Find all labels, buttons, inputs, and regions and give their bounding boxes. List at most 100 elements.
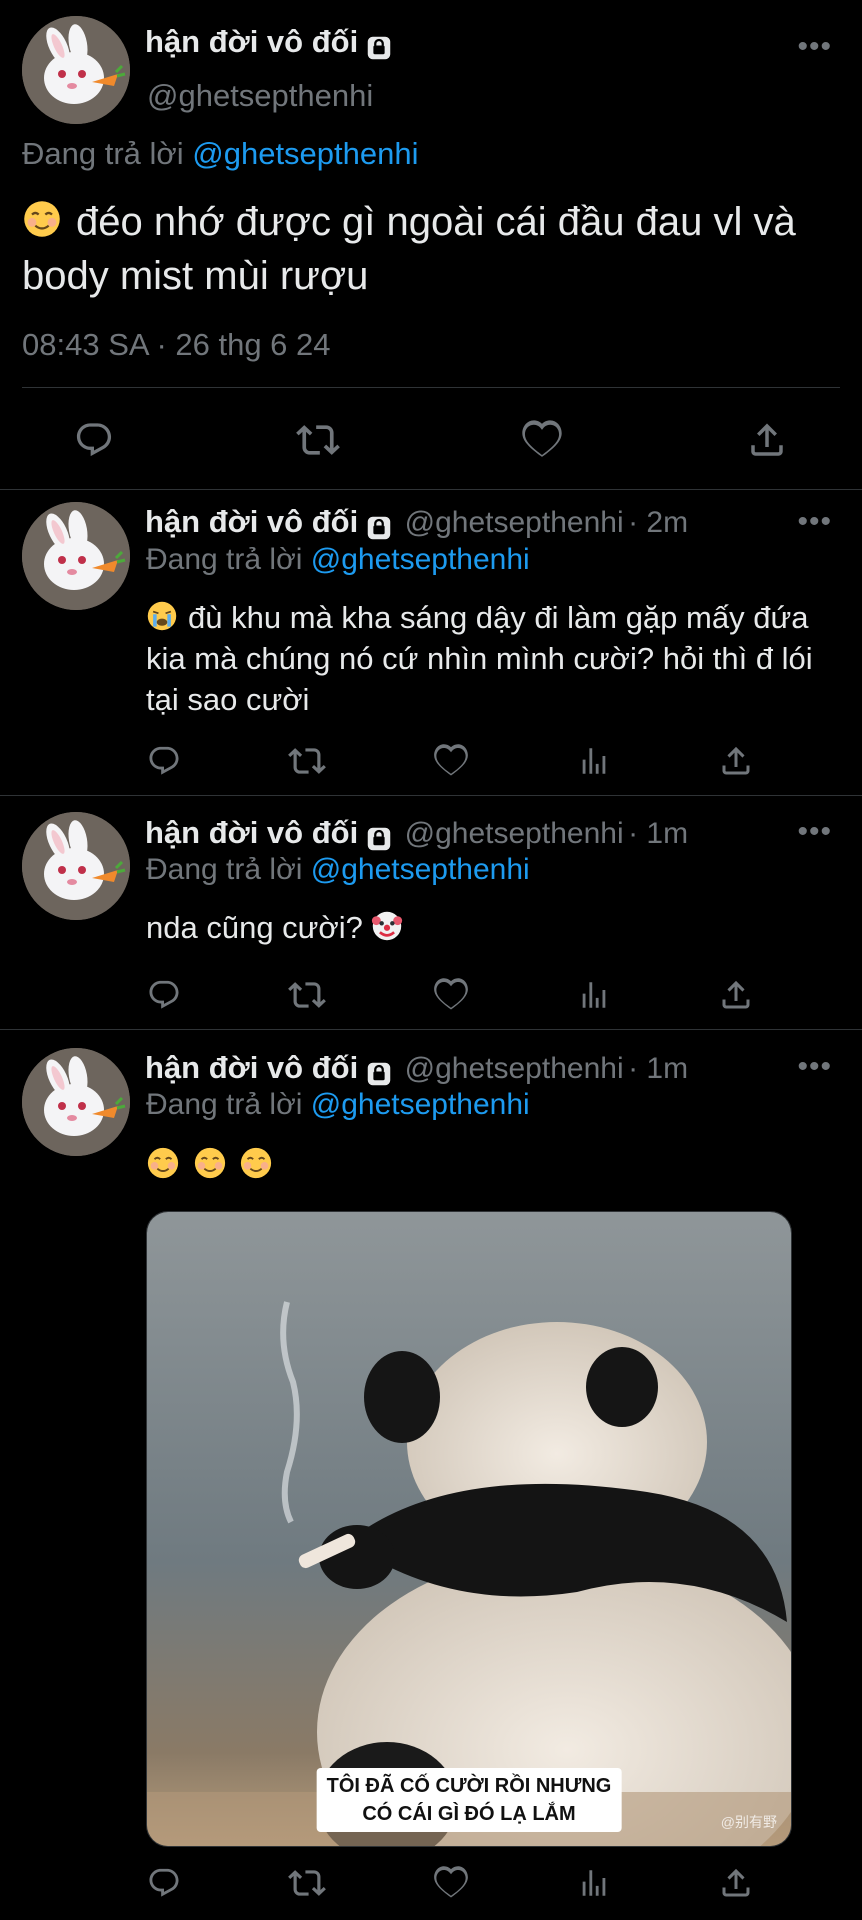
views-button[interactable] — [569, 970, 619, 1020]
reply-to-link[interactable]: @ghetsepthenhi — [192, 136, 418, 171]
reply-to-link[interactable]: @ghetsepthenhi — [311, 1088, 530, 1121]
reply-icon — [147, 744, 181, 778]
retweet-button[interactable] — [288, 410, 348, 470]
avatar[interactable] — [22, 502, 130, 610]
bunny-avatar-image — [22, 16, 130, 124]
author-name[interactable]: hận đời vô đối — [145, 24, 358, 59]
tweet-text: đéo nhớ được gì ngoài cái đầu đau vl và … — [22, 195, 852, 303]
reply-body: nda cũng cười? — [146, 910, 363, 945]
like-button[interactable] — [512, 410, 572, 470]
divider — [0, 1029, 862, 1030]
author-handle[interactable]: @ghetsepthenhi — [147, 78, 373, 114]
smiling-face-icon — [146, 1146, 180, 1180]
share-icon — [746, 419, 788, 461]
reply-button[interactable] — [139, 1858, 189, 1908]
share-icon — [718, 977, 754, 1013]
avatar[interactable] — [22, 1048, 130, 1156]
author-name[interactable]: hận đời vô đối — [145, 815, 358, 850]
replying-to: Đang trả lời @ghetsepthenhi — [146, 1088, 530, 1122]
author-name[interactable]: hận đời vô đối — [145, 1050, 358, 1085]
like-button[interactable] — [426, 1858, 476, 1908]
like-icon — [433, 743, 469, 779]
replying-to: Đang trả lời @ghetsepthenhi — [146, 853, 530, 887]
reply-actions — [0, 970, 862, 1020]
retweet-icon — [288, 976, 326, 1014]
divider — [0, 795, 862, 796]
reply-time[interactable]: · 1m — [628, 1052, 688, 1085]
retweet-icon — [296, 418, 340, 462]
divider — [22, 387, 840, 388]
more-options-icon[interactable]: ••• — [797, 1050, 832, 1084]
author-name-row: hận đời vô đối — [145, 24, 394, 63]
retweet-icon — [288, 742, 326, 780]
reply-header: hận đời vô đối @ghetsepthenhi · 2m — [145, 504, 688, 543]
reply-icon — [147, 978, 181, 1012]
share-button[interactable] — [711, 970, 761, 1020]
reply-to-link[interactable]: @ghetsepthenhi — [311, 543, 530, 576]
bunny-avatar-image — [22, 812, 130, 920]
tweet-timestamp[interactable]: 08:43 SA · 26 thg 6 24 — [22, 327, 331, 363]
bunny-avatar-image — [22, 502, 130, 610]
reply-time[interactable]: · 2m — [628, 506, 688, 539]
reply-prefix: Đang trả lời — [146, 1088, 303, 1121]
avatar[interactable] — [22, 16, 130, 124]
reply-text: nda cũng cười? — [146, 907, 826, 948]
avatar[interactable] — [22, 812, 130, 920]
retweet-button[interactable] — [282, 736, 332, 786]
author-handle[interactable]: @ghetsepthenhi — [405, 817, 624, 850]
reply-header: hận đời vô đối @ghetsepthenhi · 1m — [145, 815, 688, 854]
bunny-avatar-image — [22, 1048, 130, 1156]
reply-prefix: Đang trả lời — [22, 136, 184, 171]
lock-icon — [364, 513, 394, 543]
reply-emojis — [146, 1145, 826, 1186]
more-options-icon[interactable]: ••• — [797, 30, 832, 64]
image-caption: TÔI ĐÃ CỐ CƯỜI RỒI NHƯNG CÓ CÁI GÌ ĐÓ LẠ… — [316, 1768, 622, 1832]
like-icon — [433, 1865, 469, 1901]
share-button[interactable] — [711, 736, 761, 786]
more-options-icon[interactable]: ••• — [797, 505, 832, 539]
reply-to-link[interactable]: @ghetsepthenhi — [311, 853, 530, 886]
reply-button[interactable] — [64, 410, 124, 470]
retweet-icon — [288, 1864, 326, 1902]
loudly-crying-face-icon — [146, 600, 178, 632]
reply-text: đù khu mà kha sáng dậy đi làm gặp mấy đứ… — [146, 597, 826, 720]
share-button[interactable] — [737, 410, 797, 470]
reply-button[interactable] — [139, 970, 189, 1020]
replying-to: Đang trả lời @ghetsepthenhi — [22, 136, 419, 172]
views-button[interactable] — [569, 736, 619, 786]
views-button[interactable] — [569, 1858, 619, 1908]
lock-icon — [364, 33, 394, 63]
author-handle[interactable]: @ghetsepthenhi — [405, 506, 624, 539]
more-options-icon[interactable]: ••• — [797, 815, 832, 849]
caption-line-2: CÓ CÁI GÌ ĐÓ LẠ LẮM — [362, 1803, 576, 1825]
smiling-face-icon — [193, 1146, 227, 1180]
lock-icon — [364, 1059, 394, 1089]
replying-to: Đang trả lời @ghetsepthenhi — [146, 543, 530, 577]
divider — [0, 489, 862, 490]
retweet-button[interactable] — [282, 970, 332, 1020]
image-watermark: @别有野 — [720, 1814, 777, 1830]
reply-icon — [74, 420, 114, 460]
retweet-button[interactable] — [282, 1858, 332, 1908]
tweet-actions — [0, 410, 862, 470]
reply-actions — [0, 1858, 862, 1908]
share-icon — [718, 1865, 754, 1901]
reply-button[interactable] — [139, 736, 189, 786]
author-handle[interactable]: @ghetsepthenhi — [405, 1052, 624, 1085]
views-icon — [577, 1866, 611, 1900]
share-button[interactable] — [711, 1858, 761, 1908]
reply-header: hận đời vô đối @ghetsepthenhi · 1m — [145, 1050, 688, 1089]
reply-prefix: Đang trả lời — [146, 543, 303, 576]
attached-image[interactable]: TÔI ĐÃ CỐ CƯỜI RỒI NHƯNG CÓ CÁI GÌ ĐÓ LẠ… — [146, 1211, 792, 1847]
tweet-body: đéo nhớ được gì ngoài cái đầu đau vl và … — [22, 200, 796, 298]
author-name[interactable]: hận đời vô đối — [145, 504, 358, 539]
reply-time[interactable]: · 1m — [628, 817, 688, 850]
like-button[interactable] — [426, 736, 476, 786]
caption-line-1: TÔI ĐÃ CỐ CƯỜI RỒI NHƯNG — [326, 1775, 612, 1797]
like-button[interactable] — [426, 970, 476, 1020]
clown-face-icon — [371, 910, 403, 942]
smiling-face-icon — [22, 199, 62, 239]
panda-smoking-image — [147, 1212, 791, 1846]
like-icon — [433, 977, 469, 1013]
share-icon — [718, 743, 754, 779]
